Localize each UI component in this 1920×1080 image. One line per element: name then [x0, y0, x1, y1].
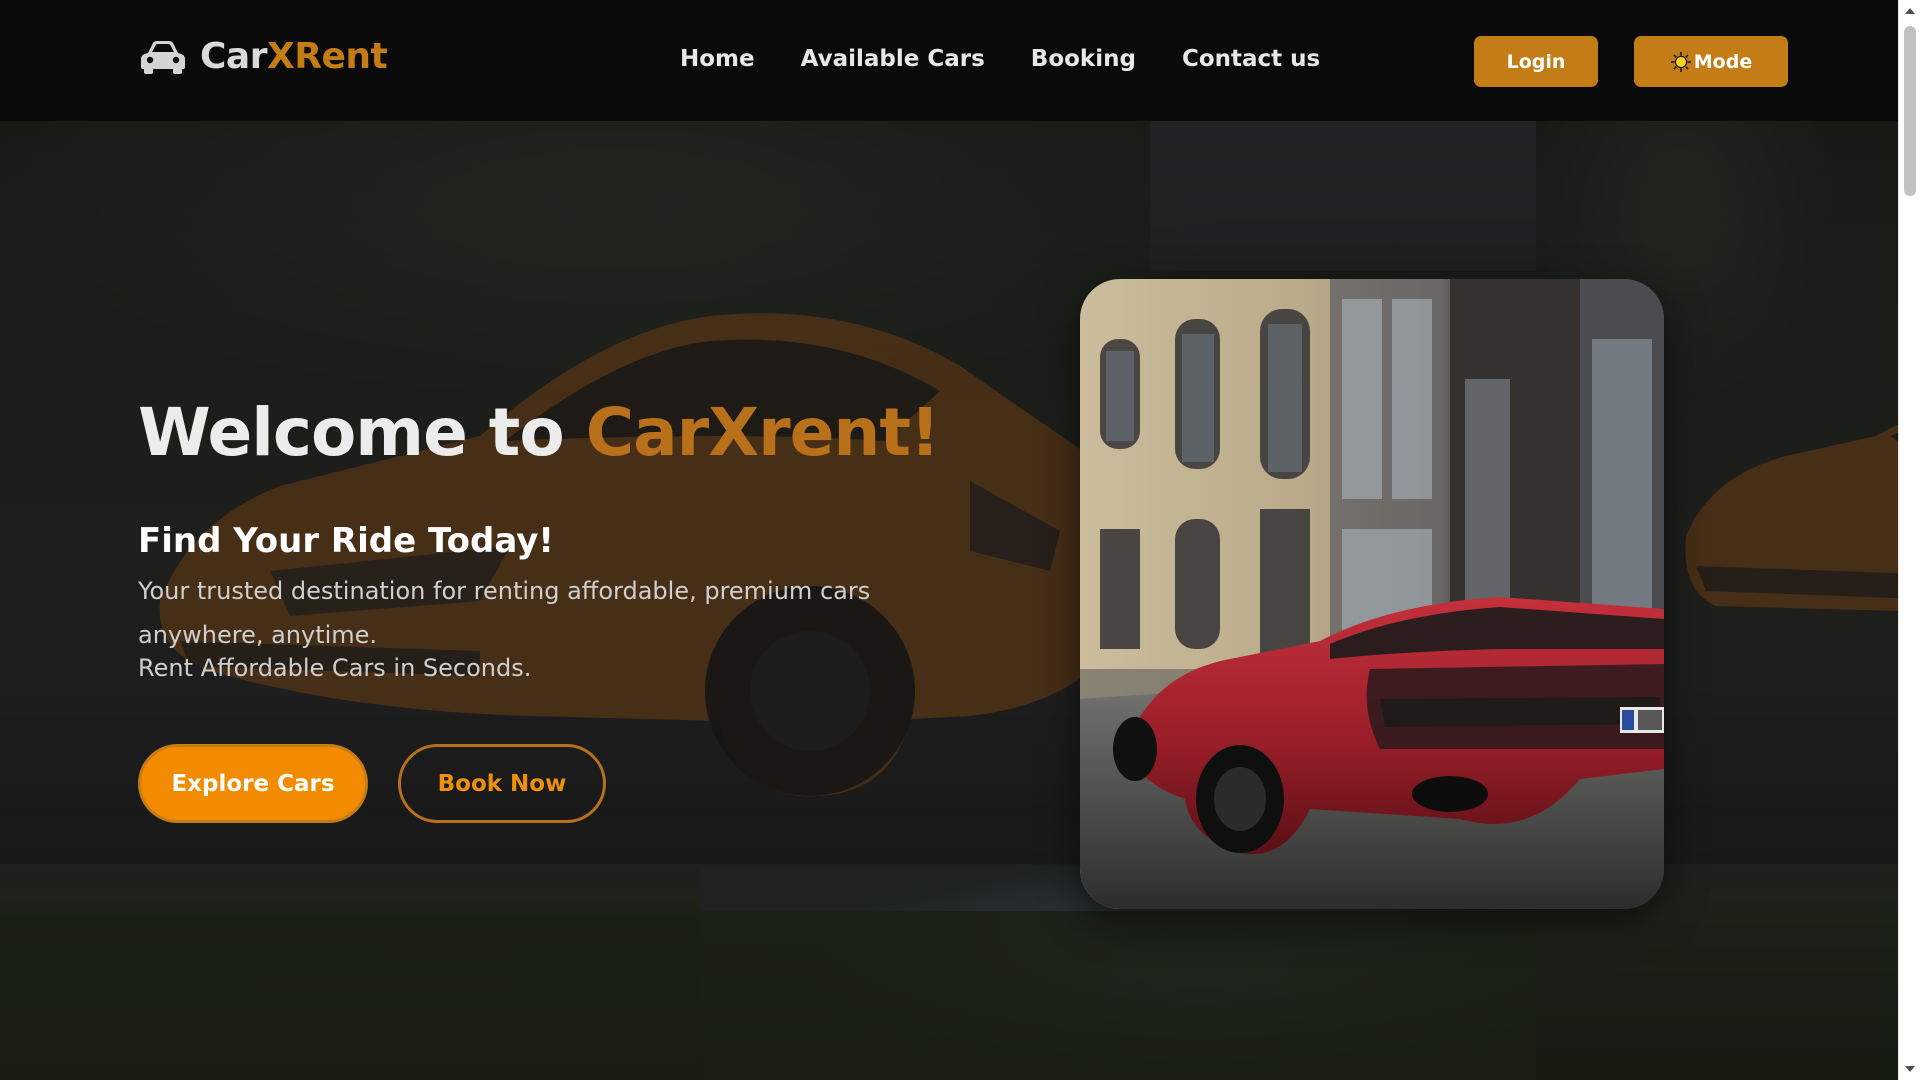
- background-trees: [0, 911, 1536, 1080]
- hero-title-prefix: Welcome to: [138, 394, 586, 471]
- brand-name-part2: XRent: [266, 36, 388, 77]
- book-now-label: Book Now: [437, 770, 567, 797]
- scroll-down-arrow-icon[interactable]: [1905, 1066, 1915, 1072]
- login-button-label: Login: [1506, 50, 1566, 73]
- brand-logo[interactable]: CarXRent: [138, 36, 388, 77]
- hero-car-image: [1080, 279, 1664, 909]
- hero-subtitle: Find Your Ride Today!: [138, 521, 554, 561]
- nav-available-cars[interactable]: Available Cars: [801, 46, 985, 72]
- hero-tagline: Your trusted destination for renting aff…: [138, 577, 871, 649]
- login-button[interactable]: Login: [1474, 36, 1598, 87]
- car-icon: [141, 40, 185, 74]
- hero-tagline-secondary: Rent Affordable Cars in Seconds.: [138, 654, 532, 682]
- sun-icon: [1670, 51, 1691, 72]
- explore-cars-button[interactable]: Explore Cars: [138, 744, 368, 823]
- site-header: CarXRent Home Available Cars Booking Con…: [0, 0, 1898, 121]
- brand-name: CarXRent: [200, 36, 388, 77]
- vertical-scrollbar[interactable]: [1898, 0, 1920, 1080]
- nav-home[interactable]: Home: [680, 46, 755, 72]
- nav-contact-us[interactable]: Contact us: [1182, 46, 1320, 72]
- scrollbar-thumb[interactable]: [1904, 26, 1916, 196]
- hero-title-brand: CarXrent!: [585, 394, 940, 471]
- main-nav: Home Available Cars Booking Contact us: [680, 46, 1320, 72]
- book-now-button[interactable]: Book Now: [398, 744, 606, 823]
- mode-toggle-button[interactable]: Mode: [1634, 36, 1788, 87]
- explore-cars-label: Explore Cars: [171, 770, 335, 797]
- scroll-up-arrow-icon[interactable]: [1905, 8, 1915, 14]
- nav-booking[interactable]: Booking: [1031, 46, 1136, 72]
- mode-button-label: Mode: [1693, 50, 1753, 73]
- hero-section: Welcome to CarXrent! Find Your Ride Toda…: [138, 121, 1038, 823]
- hero-title: Welcome to CarXrent!: [138, 394, 940, 471]
- brand-name-part1: Car: [200, 36, 267, 77]
- red-sports-car-photo: [1080, 279, 1664, 909]
